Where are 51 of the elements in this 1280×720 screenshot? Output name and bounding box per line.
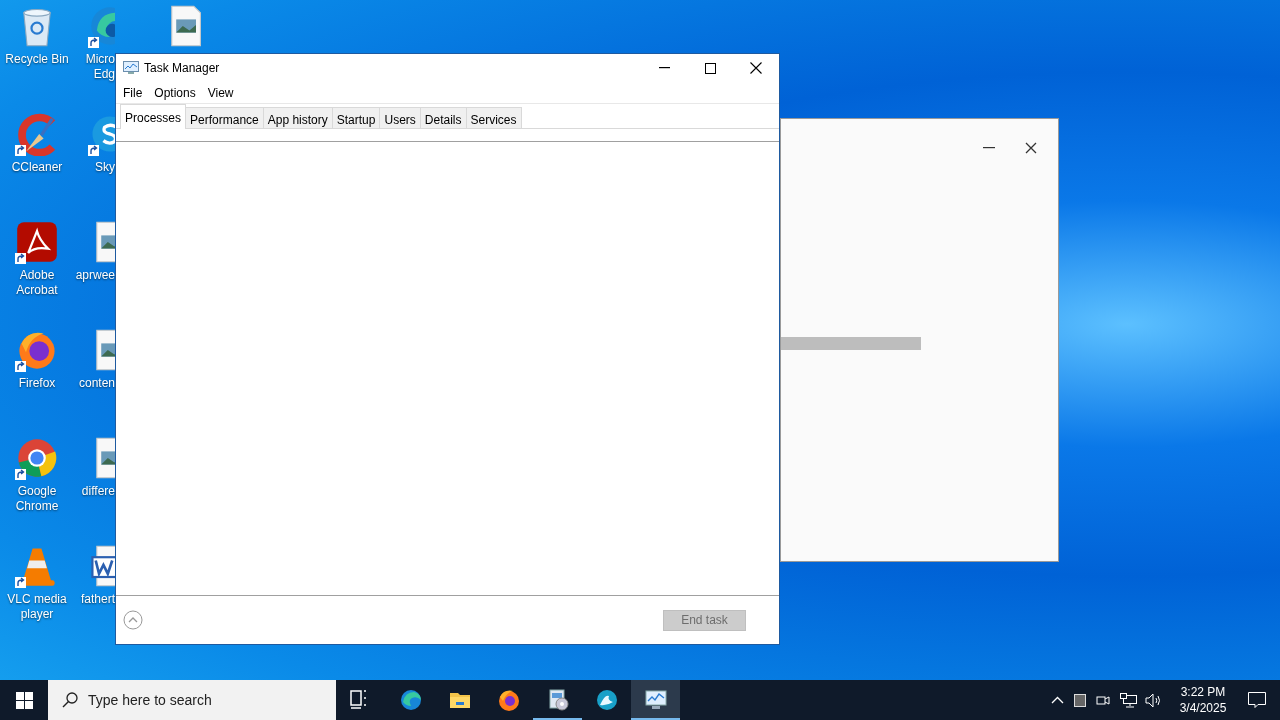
taskbar-button[interactable]	[631, 680, 680, 720]
firefox-icon	[496, 688, 521, 712]
icon-label[interactable]: Sky	[95, 160, 115, 175]
tab[interactable]: Users	[380, 107, 421, 128]
icon-label[interactable]: Google	[17, 484, 57, 499]
icon-label[interactable]: CCleaner	[11, 160, 63, 175]
icon-label[interactable]: aprwee	[75, 268, 115, 283]
icon-label[interactable]: fathert	[80, 592, 115, 607]
minimize-icon[interactable]	[983, 147, 995, 149]
chevron-up-icon[interactable]	[1051, 696, 1064, 704]
task-manager-icon	[643, 688, 668, 712]
icon-label[interactable]: Edg	[93, 67, 115, 82]
wave-app-icon	[594, 688, 619, 712]
search-field[interactable]: Type here to search	[48, 680, 336, 720]
icon-label[interactable]: player	[20, 607, 54, 622]
minimize-icon[interactable]	[658, 67, 670, 69]
notification-icon[interactable]	[1248, 691, 1266, 709]
close-icon[interactable]	[750, 62, 762, 74]
maximize-icon[interactable]	[704, 62, 716, 74]
search-icon	[62, 692, 78, 708]
menu-item[interactable]: File	[117, 83, 149, 102]
icon-label[interactable]: Micro	[85, 52, 115, 67]
task-manager-icon	[123, 61, 139, 75]
icon-label[interactable]: Chrome	[15, 499, 59, 514]
tab[interactable]: Details	[420, 107, 467, 128]
icon-label[interactable]: differe	[81, 484, 115, 499]
tab[interactable]: Services	[466, 107, 522, 128]
edge-icon	[398, 688, 423, 712]
volume-icon[interactable]	[1145, 692, 1162, 708]
menu-item[interactable]: View	[201, 83, 240, 102]
windows-logo-icon[interactable]	[15, 691, 33, 709]
tab[interactable]: App history	[263, 107, 333, 128]
icon-label[interactable]: Firefox	[18, 376, 56, 391]
pdf-icon[interactable]	[15, 220, 59, 264]
expand-icon[interactable]	[123, 610, 143, 630]
clock[interactable]: 3:22 PM 3/4/2025	[1172, 684, 1234, 716]
icon-label[interactable]: VLC media	[7, 592, 67, 607]
edge-icon[interactable]	[88, 4, 115, 48]
tab[interactable]: Performance	[186, 107, 264, 128]
window-title: Task Manager	[144, 60, 220, 77]
icon-label[interactable]: Adobe	[19, 268, 55, 283]
menu-item[interactable]: Options	[148, 83, 202, 102]
tab[interactable]: Processes	[120, 104, 187, 129]
network-icon[interactable]	[1120, 692, 1137, 708]
icon-label[interactable]: conten	[78, 376, 115, 391]
tab[interactable]: Startup	[332, 107, 381, 128]
icon-label[interactable]: Acrobat	[16, 283, 58, 298]
grid-icon[interactable]	[1074, 693, 1086, 707]
chrome-icon[interactable]	[15, 436, 59, 480]
icon-label[interactable]: Recycle Bin	[5, 52, 69, 67]
close-icon[interactable]	[1025, 142, 1037, 154]
